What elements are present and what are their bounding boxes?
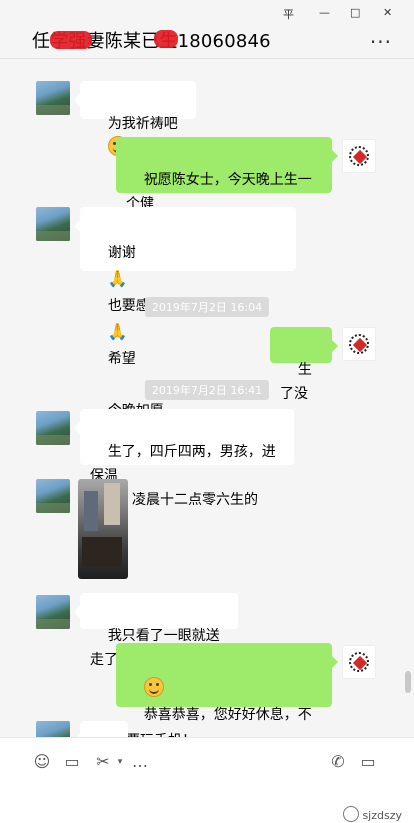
smile-emoji-icon — [143, 677, 164, 697]
redaction-mark — [50, 31, 92, 49]
contact-avatar[interactable] — [36, 81, 70, 115]
watermark: sjzdszy — [343, 806, 402, 822]
contact-avatar[interactable] — [36, 207, 70, 241]
message-bubble[interactable]: 谢谢 🙏 也要感谢你们 🙏 希望 今晚如愿 — [74, 207, 296, 445]
message-bubble[interactable]: 我只看了一眼就送走了 — [74, 593, 238, 668]
message-bubble[interactable]: 嘿嘿 — [74, 721, 128, 737]
more-options-icon[interactable]: ··· — [370, 30, 392, 54]
redaction-mark — [154, 30, 178, 48]
close-icon[interactable]: ✕ — [383, 6, 392, 19]
my-avatar[interactable] — [342, 327, 376, 361]
message-text: 为我祈祷吧 — [107, 116, 178, 132]
message-text: 恭喜恭喜，您好好休息，不 要玩手机！ — [126, 707, 312, 737]
message-text: 希望 — [107, 351, 136, 367]
title-bar: 任学强妻陈某已生18060846 平 — □ ✕ ··· — [0, 0, 414, 59]
message-bubble[interactable]: 生了，四斤四两，男孩，进保温 箱了，凌晨十二点零六生的 — [74, 409, 294, 508]
maximize-icon[interactable]: □ — [350, 6, 360, 19]
contact-avatar[interactable] — [36, 721, 70, 737]
folder-icon[interactable]: ▭ — [62, 752, 82, 772]
pin-icon[interactable]: 平 — [283, 6, 294, 22]
message-text: 生了没 — [280, 362, 312, 402]
chevron-down-icon[interactable]: ▾ — [110, 752, 130, 772]
contact-avatar[interactable] — [36, 595, 70, 629]
timestamp: 2019年7月2日 16:04 — [144, 297, 270, 317]
timestamp: 2019年7月2日 16:41 — [144, 380, 270, 400]
chat-history-icon[interactable]: … — [130, 752, 150, 772]
contact-avatar[interactable] — [36, 479, 70, 513]
chat-scrollbar[interactable] — [405, 671, 411, 693]
emoji-icon[interactable]: ☺ — [32, 752, 52, 772]
pray-emoji-icon: 🙏 — [107, 322, 128, 341]
message-bubble[interactable]: 生了没 — [270, 327, 338, 402]
watermark-text: sjzdszy — [362, 809, 402, 822]
message-bubble[interactable]: 恭喜恭喜，您好好休息，不 要玩手机！ — [116, 643, 338, 737]
my-avatar[interactable] — [342, 645, 376, 679]
phone-icon[interactable]: ✆ — [328, 752, 348, 772]
photo-message[interactable] — [78, 479, 128, 579]
my-avatar[interactable] — [342, 139, 376, 173]
message-bubble[interactable]: 为我祈祷吧 — [74, 81, 196, 156]
contact-avatar[interactable] — [36, 411, 70, 445]
message-bubble[interactable]: 祝愿陈女士，今天晚上生一个健 康，快乐，漂亮的宝宝！ — [116, 137, 338, 236]
wechat-official-icon — [343, 806, 360, 822]
pray-emoji-icon: 🙏 — [107, 269, 128, 288]
input-toolbar: ☺ ▭ ✂ ▾ … ✆ ▭ sjzdszy — [0, 737, 414, 823]
minimize-icon[interactable]: — — [319, 6, 330, 19]
message-text: 谢谢 — [107, 245, 136, 261]
video-call-icon[interactable]: ▭ — [358, 752, 378, 772]
chat-history[interactable]: 为我祈祷吧 祝愿陈女士，今天晚上生一个健 康，快乐，漂亮的宝宝！ 谢谢 🙏 也要… — [0, 59, 414, 737]
